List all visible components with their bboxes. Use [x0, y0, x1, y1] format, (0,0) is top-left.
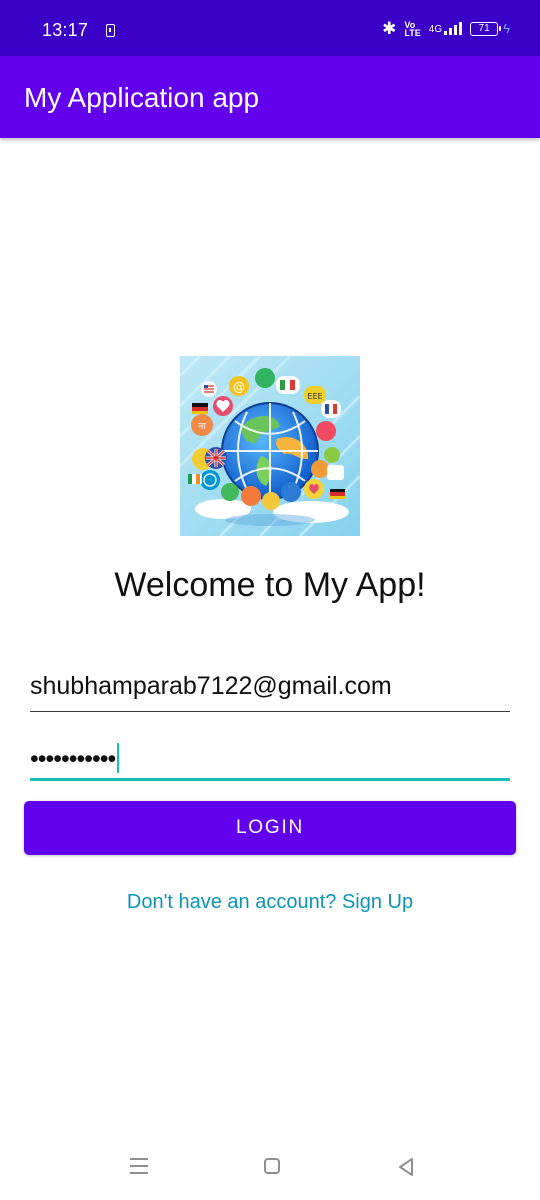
- text-cursor: [117, 742, 120, 773]
- status-time: 13:17: [42, 20, 89, 40]
- signal-bar-3: [454, 25, 458, 35]
- flag-fr-white: [329, 404, 333, 414]
- welcome-title: Welcome to My App!: [114, 566, 426, 604]
- bubble-right-red: [316, 421, 336, 441]
- hindi-glyph: ना: [198, 422, 206, 432]
- volte-icon: Vo LTE: [404, 20, 421, 38]
- bubble-right-white: [327, 465, 344, 480]
- flag-ie-orange: [196, 474, 200, 484]
- volte-bottom: LTE: [404, 27, 421, 38]
- home-icon[interactable]: [264, 1158, 280, 1174]
- flag-de-gold: [192, 411, 208, 414]
- login-button[interactable]: LOGIN: [24, 801, 516, 855]
- signal-bar-1: [444, 31, 448, 35]
- signal-icon: 4G: [428, 22, 463, 35]
- charging-icon: ϟ: [503, 21, 510, 36]
- password-field[interactable]: •••••••••••: [30, 737, 510, 781]
- logo-illustration: @ EEE ना: [180, 356, 360, 536]
- bubble-bottom-left: [221, 483, 239, 501]
- app-logo: @ EEE ना: [180, 356, 360, 536]
- flag-us-canton: [204, 385, 208, 388]
- signal-bar-2: [449, 28, 453, 35]
- bubble-globe: [200, 470, 220, 490]
- bubble-bottom-yellow: [262, 492, 280, 510]
- flag-fr-blue: [325, 404, 329, 414]
- flag-ie-green: [188, 474, 192, 484]
- bubble-green: [255, 368, 275, 388]
- recents-icon[interactable]: [130, 1158, 148, 1175]
- bubble-right-green: [324, 447, 340, 463]
- battery-icon: 71: [470, 21, 502, 36]
- flag-uk-red: [206, 449, 226, 467]
- signup-link[interactable]: Don't have an account? Sign Up: [0, 891, 540, 914]
- bluetooth-icon: ✱: [382, 19, 397, 38]
- signal-bar-4: [459, 22, 463, 35]
- app-bar: My Application app: [0, 56, 540, 138]
- flag-de-right-red: [330, 492, 345, 496]
- flag-de-red: [192, 407, 208, 411]
- at-symbol: @: [233, 380, 245, 394]
- status-icons: ✱ Vo LTE 4G 71 ϟ: [382, 20, 510, 37]
- back-icon[interactable]: [396, 1157, 416, 1177]
- status-bar: 13:17 ✱ Vo LTE 4G 71 ϟ: [0, 0, 540, 56]
- flag-fr-red: [333, 404, 337, 414]
- bubble-right-orange: [311, 460, 329, 478]
- battery-level: 71: [478, 22, 490, 34]
- bubble-bottom-orange: [241, 486, 261, 506]
- network-type: 4G: [428, 24, 443, 35]
- logo-text: EEE: [307, 392, 322, 401]
- flag-it-green: [280, 380, 285, 390]
- flag-de-right-gold: [330, 496, 345, 499]
- flag-it-white: [285, 380, 290, 390]
- flag-it-red: [290, 380, 295, 390]
- navigation-bar: [0, 1148, 540, 1188]
- bubble-bottom-blue: [281, 482, 301, 502]
- email-field[interactable]: shubhamparab7122@gmail.com: [30, 672, 510, 712]
- globe-shadow: [225, 514, 315, 526]
- app-title: My Application app: [24, 82, 260, 113]
- notification-icon: [106, 24, 115, 37]
- password-value: •••••••••••: [30, 745, 116, 773]
